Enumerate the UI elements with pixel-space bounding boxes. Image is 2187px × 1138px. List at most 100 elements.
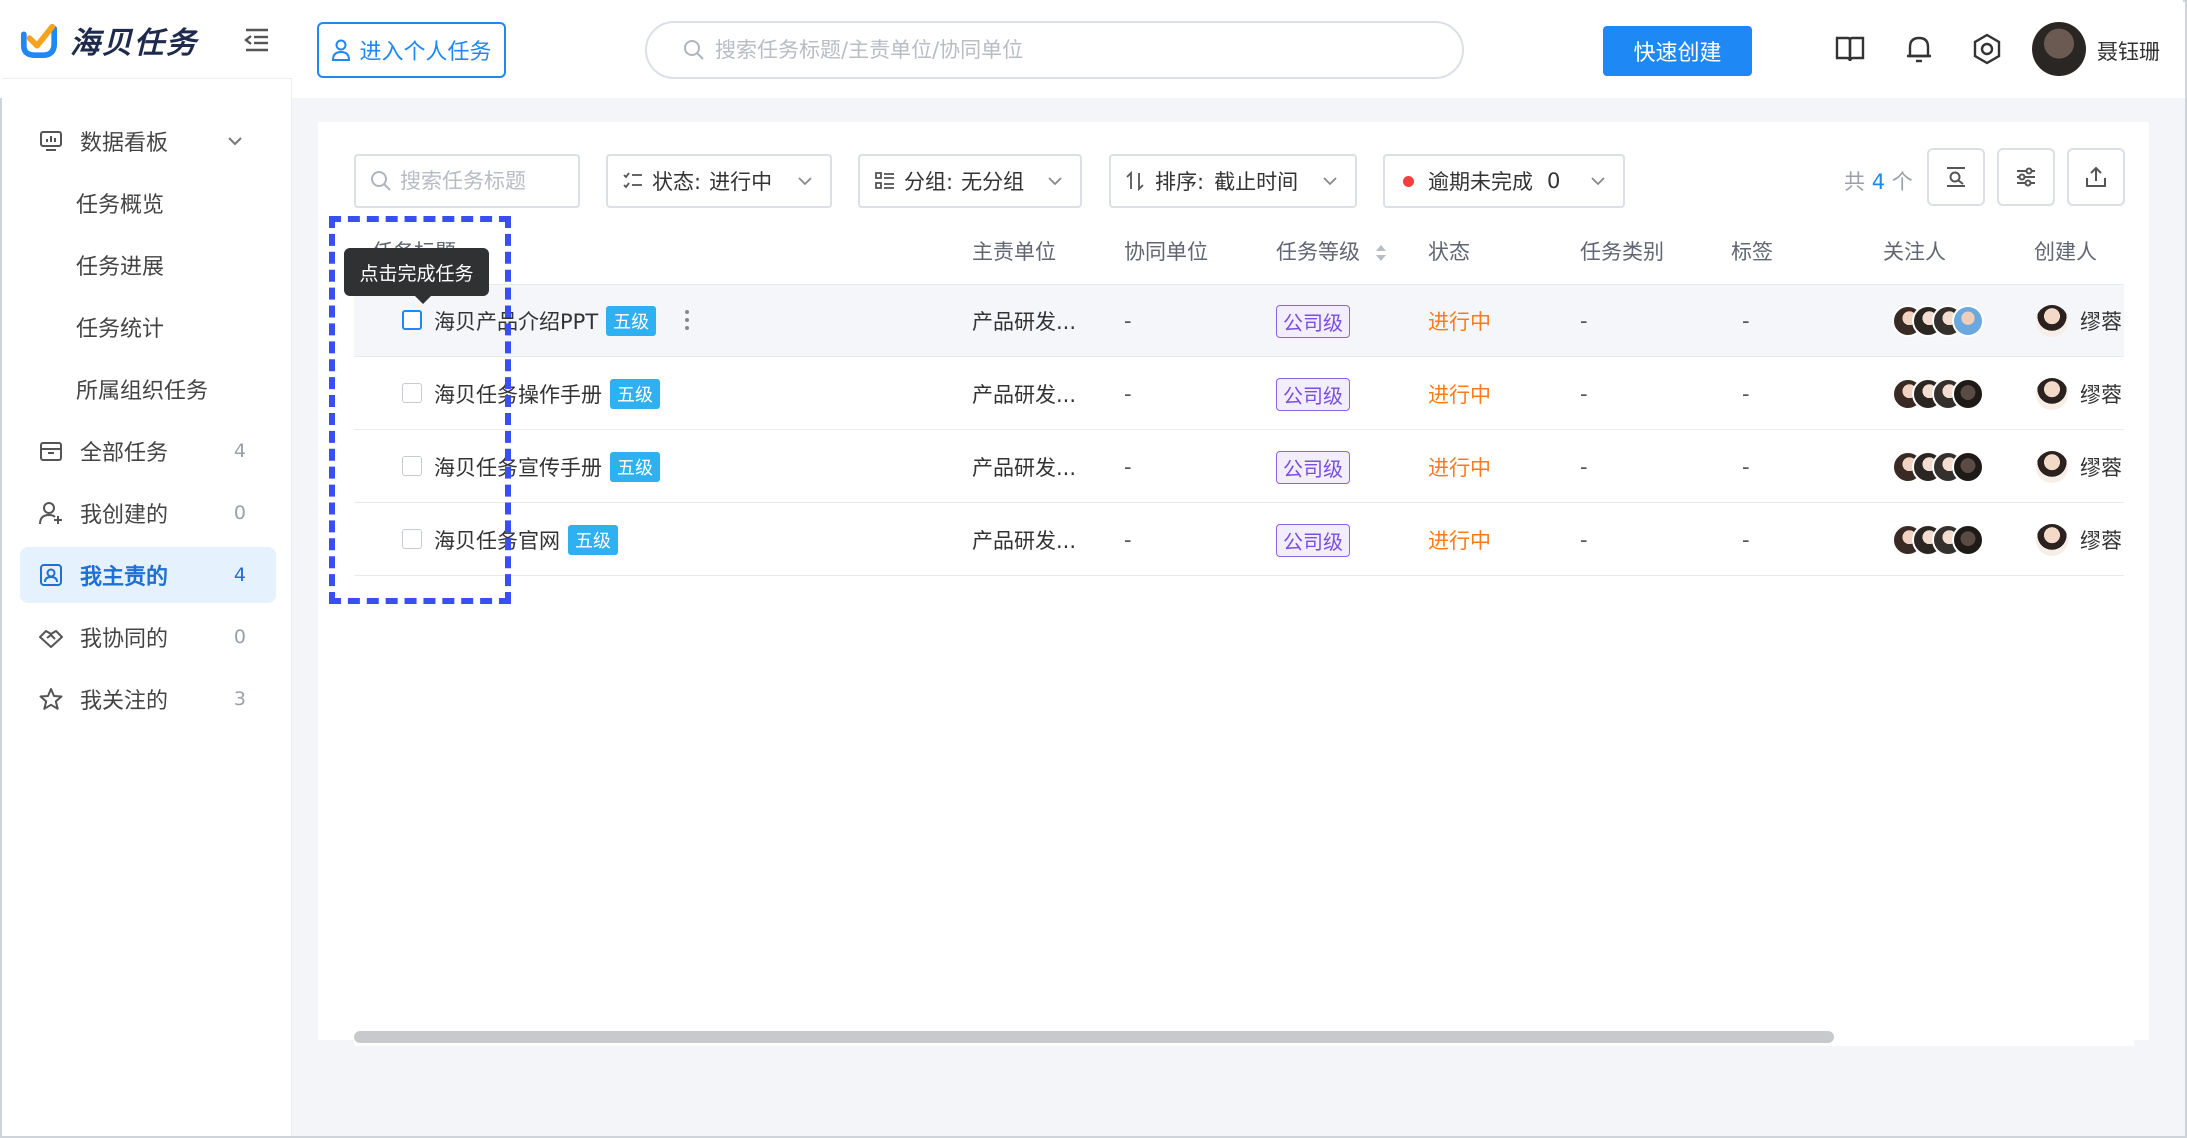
creator-cell: 缪蓉 bbox=[2036, 358, 2122, 430]
creator-avatar[interactable] bbox=[2036, 451, 2068, 483]
column-header-category[interactable]: 任务类别 bbox=[1580, 236, 1664, 266]
task-title-search[interactable] bbox=[354, 154, 580, 208]
sidebar-item-task-progress[interactable]: 任务进展 bbox=[20, 237, 276, 293]
follower-avatar[interactable] bbox=[1952, 378, 1984, 410]
creator-cell: 缪蓉 bbox=[2036, 431, 2122, 503]
brand-logo[interactable]: 海贝任务 bbox=[20, 18, 198, 62]
global-search-input[interactable] bbox=[715, 38, 1415, 62]
chevron-down-icon bbox=[798, 177, 812, 186]
sidebar-item-task-overview[interactable]: 任务概览 bbox=[20, 175, 276, 231]
sidebar-item-label: 我关注的 bbox=[80, 689, 169, 714]
collapse-menu-icon[interactable] bbox=[242, 24, 272, 54]
grade-badge: 公司级 bbox=[1276, 304, 1350, 338]
book-icon[interactable] bbox=[1833, 32, 1867, 66]
sidebar-item-label: 全部任务 bbox=[80, 441, 169, 466]
overdue-filter-label: 逾期未完成 bbox=[1428, 170, 1533, 194]
unit-cell: 产品研发... bbox=[972, 310, 1077, 334]
quick-create-button[interactable]: 快速创建 bbox=[1603, 26, 1752, 76]
follower-avatar[interactable] bbox=[1952, 305, 1984, 337]
advanced-search-button[interactable] bbox=[1927, 148, 1985, 206]
status-filter-label: 状态: bbox=[652, 170, 702, 194]
creator-name: 缪蓉 bbox=[2080, 456, 2122, 480]
group-filter-label: 分组: bbox=[904, 170, 954, 194]
follower-avatar[interactable] bbox=[1952, 524, 1984, 556]
column-header-status[interactable]: 状态 bbox=[1428, 236, 1470, 266]
grade-cell: 公司级 bbox=[1276, 358, 1350, 430]
status-list-icon bbox=[623, 172, 642, 189]
creator-avatar[interactable] bbox=[2036, 378, 2068, 410]
sidebar-item-org-tasks[interactable]: 所属组织任务 bbox=[20, 361, 276, 417]
status-cell: 进行中 bbox=[1428, 310, 1491, 334]
group-list-icon bbox=[875, 172, 894, 189]
grade-cell: 公司级 bbox=[1276, 504, 1350, 576]
column-header-creator[interactable]: 创建人 bbox=[2034, 236, 2097, 266]
creator-avatar[interactable] bbox=[2036, 305, 2068, 337]
group-filter[interactable]: 分组: 无分组 bbox=[858, 154, 1082, 208]
status-cell: 进行中 bbox=[1428, 456, 1491, 480]
upload-icon bbox=[2086, 166, 2106, 187]
sort-filter-label: 排序: bbox=[1155, 170, 1205, 194]
sort-icon bbox=[1126, 170, 1144, 192]
sidebar-item-count: 4 bbox=[233, 564, 246, 586]
task-title-search-input[interactable] bbox=[400, 169, 570, 193]
status-filter[interactable]: 状态: 进行中 bbox=[606, 154, 832, 208]
column-header-tag[interactable]: 标签 bbox=[1731, 236, 1773, 266]
more-options-icon[interactable] bbox=[680, 305, 694, 335]
sidebar-item-label: 我创建的 bbox=[80, 503, 169, 528]
sidebar-item-following[interactable]: 我关注的 3 bbox=[20, 671, 276, 727]
table-row[interactable]: 海贝任务操作手册 五级 产品研发... - 公司级 进行中 - - 缪蓉 bbox=[354, 358, 2124, 430]
search-icon bbox=[684, 40, 704, 60]
user-avatar[interactable] bbox=[2032, 22, 2086, 76]
top-bar: 海贝任务 进入个人任务 快速创建 聂钰珊 bbox=[0, 0, 2183, 98]
tag-cell: - bbox=[1742, 455, 1750, 479]
task-list-card bbox=[318, 122, 2149, 1040]
grade-badge: 公司级 bbox=[1276, 450, 1350, 484]
user-card-icon bbox=[40, 564, 62, 586]
sidebar-item-label: 所属组织任务 bbox=[76, 379, 209, 404]
followers-cell bbox=[1892, 431, 1984, 503]
sidebar-item-count: 0 bbox=[233, 502, 246, 524]
column-header-followers[interactable]: 关注人 bbox=[1883, 236, 1946, 266]
filter-settings-button[interactable] bbox=[1997, 148, 2055, 206]
creator-name: 缪蓉 bbox=[2080, 310, 2122, 334]
overdue-filter[interactable]: 逾期未完成 0 bbox=[1383, 154, 1625, 208]
category-cell: - bbox=[1580, 309, 1588, 333]
follower-avatar[interactable] bbox=[1952, 451, 1984, 483]
table-row[interactable]: 海贝任务宣传手册 五级 产品研发... - 公司级 进行中 - - 缪蓉 bbox=[354, 431, 2124, 503]
unit-cell: 产品研发... bbox=[972, 456, 1077, 480]
sort-caret-icon[interactable] bbox=[1373, 242, 1389, 264]
table-row[interactable]: 海贝任务官网 五级 产品研发... - 公司级 进行中 - - 缪蓉 bbox=[354, 504, 2124, 576]
global-search[interactable] bbox=[645, 21, 1464, 79]
inbox-icon bbox=[40, 442, 62, 461]
export-button[interactable] bbox=[2067, 148, 2125, 206]
sidebar-item-created-by-me[interactable]: 我创建的 0 bbox=[20, 485, 276, 541]
sidebar-item-count: 0 bbox=[233, 626, 246, 648]
creator-avatar[interactable] bbox=[2036, 524, 2068, 556]
user-name[interactable]: 聂钰珊 bbox=[2097, 36, 2160, 66]
sort-filter[interactable]: 排序: 截止时间 bbox=[1109, 154, 1357, 208]
sidebar-item-all-tasks[interactable]: 全部任务 4 bbox=[20, 423, 276, 479]
search-list-icon bbox=[1947, 167, 1965, 187]
level-badge: 五级 bbox=[610, 452, 660, 482]
settings-icon[interactable] bbox=[1970, 32, 2004, 66]
sidebar: 数据看板 任务概览 任务进展 任务统计 所属组织任务 全部任务 4 我创建的 0 bbox=[2, 78, 292, 1136]
sidebar-item-label: 任务概览 bbox=[76, 193, 165, 218]
bell-icon[interactable] bbox=[1902, 32, 1936, 66]
enter-personal-tasks-button[interactable]: 进入个人任务 bbox=[317, 22, 506, 78]
sidebar-item-task-stats[interactable]: 任务统计 bbox=[20, 299, 276, 355]
table-row[interactable]: 海贝产品介绍PPT 五级 产品研发... - 公司级 进行中 - - 缪蓉 bbox=[354, 285, 2124, 357]
category-cell: - bbox=[1580, 382, 1588, 406]
column-header-grade[interactable]: 任务等级 bbox=[1276, 236, 1389, 266]
category-cell: - bbox=[1580, 455, 1588, 479]
sidebar-item-collaborating[interactable]: 我协同的 0 bbox=[20, 609, 276, 665]
sidebar-item-label: 我主责的 bbox=[80, 565, 169, 590]
column-header-co-unit[interactable]: 协同单位 bbox=[1124, 236, 1208, 266]
sidebar-item-dashboard[interactable]: 数据看板 bbox=[20, 113, 276, 169]
status-filter-value: 进行中 bbox=[709, 170, 773, 194]
overdue-dot bbox=[1403, 175, 1414, 187]
horizontal-scrollbar-thumb[interactable] bbox=[354, 1031, 1834, 1043]
sidebar-item-responsible[interactable]: 我主责的 4 bbox=[20, 547, 276, 603]
column-header-unit[interactable]: 主责单位 bbox=[972, 236, 1056, 266]
chevron-down-icon bbox=[1048, 177, 1062, 186]
user-add-icon bbox=[39, 502, 62, 525]
